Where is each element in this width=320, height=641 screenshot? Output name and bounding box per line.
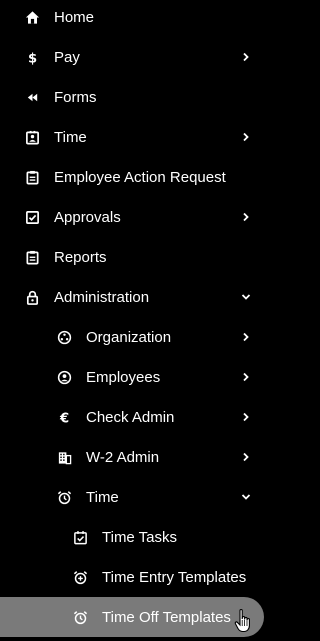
nav-item-label: Employee Action Request (54, 168, 226, 186)
alarm-add-icon (72, 569, 88, 585)
nav-item-label: W-2 Admin (86, 448, 160, 466)
svg-text:€: € (58, 411, 68, 424)
timeclock-icon (24, 129, 40, 145)
nav-item-label: Time (86, 488, 119, 506)
clipboard-icon (24, 249, 40, 265)
chevron-right-icon (241, 132, 251, 142)
alarm-clock-icon (56, 489, 72, 505)
nav-item-label: Time Entry Templates (102, 568, 247, 586)
alarm-clock-icon (72, 609, 88, 625)
chevron-right-icon (241, 452, 251, 462)
chevron-right-icon (241, 372, 251, 382)
nav-item-employee-action-request[interactable]: Employee Action Request (0, 157, 271, 197)
nav-item-label: Time Tasks (102, 528, 178, 546)
nav-item-home[interactable]: Home (0, 0, 271, 37)
clipboard-icon (24, 169, 40, 185)
nav-item-label: Reports (54, 248, 107, 266)
nav-item-time[interactable]: Time (0, 117, 271, 157)
nav-item-w2-admin[interactable]: W-2 Admin (0, 437, 271, 477)
svg-text:$: $ (27, 51, 36, 64)
nav-item-pay[interactable]: $ Pay (0, 37, 271, 77)
side-navigation: Home $ Pay Forms Time Employee Action Re… (0, 0, 271, 641)
nav-item-forms[interactable]: Forms (0, 77, 271, 117)
nav-item-time-off-templates[interactable]: Time Off Templates (0, 597, 264, 637)
building-icon (56, 449, 72, 465)
calendar-check-icon (72, 529, 88, 545)
user-circle-icon (56, 369, 72, 385)
nav-item-organization[interactable]: Organization (0, 317, 271, 357)
nav-item-time-entry-templates[interactable]: Time Entry Templates (0, 557, 271, 597)
euro-icon: € (56, 409, 72, 425)
home-icon (24, 9, 40, 25)
chevron-right-icon (241, 412, 251, 422)
nav-item-administration[interactable]: Administration (0, 277, 271, 317)
nav-item-label: Home (54, 8, 95, 26)
lock-icon (24, 289, 40, 305)
nav-item-label: Pay (54, 48, 80, 66)
org-icon (56, 329, 72, 345)
chevron-right-icon (241, 332, 251, 342)
nav-item-label: Time (54, 128, 87, 146)
nav-item-reports[interactable]: Reports (0, 237, 271, 277)
rewind-icon (24, 89, 40, 105)
nav-item-label: Check Admin (86, 408, 175, 426)
nav-item-approvals[interactable]: Approvals (0, 197, 271, 237)
nav-item-label: Administration (54, 288, 150, 306)
nav-item-label: Organization (86, 328, 172, 346)
nav-item-check-admin[interactable]: € Check Admin (0, 397, 271, 437)
chevron-right-icon (241, 52, 251, 62)
nav-item-label: Forms (54, 88, 97, 106)
nav-item-label: Time Off Templates (102, 608, 231, 626)
nav-item-label: Approvals (54, 208, 121, 226)
chevron-down-icon (241, 292, 251, 302)
nav-item-employees[interactable]: Employees (0, 357, 271, 397)
chevron-down-icon (241, 492, 251, 502)
chevron-right-icon (241, 212, 251, 222)
hand-pointer-cursor-icon (234, 608, 254, 634)
dollar-icon: $ (24, 49, 40, 65)
checkbox-icon (24, 209, 40, 225)
nav-item-admin-time[interactable]: Time (0, 477, 271, 517)
nav-item-time-tasks[interactable]: Time Tasks (0, 517, 271, 557)
nav-item-label: Employees (86, 368, 161, 386)
